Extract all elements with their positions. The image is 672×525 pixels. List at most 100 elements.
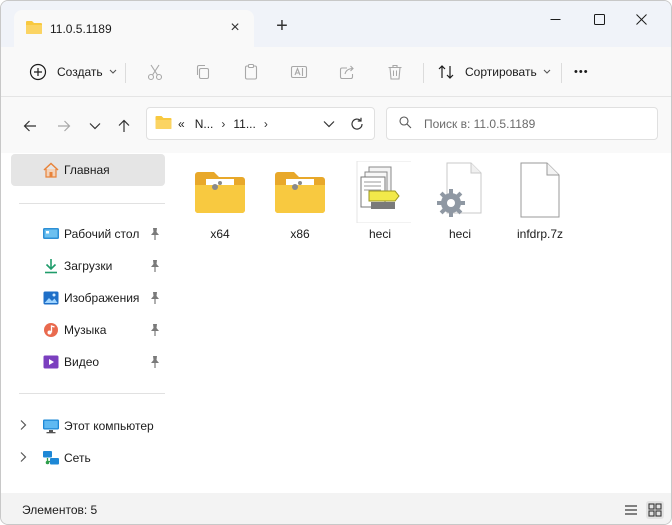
refresh-button[interactable] [344, 107, 370, 140]
paste-button[interactable] [240, 58, 262, 86]
search-placeholder: Поиск в: 11.0.5.1189 [424, 116, 536, 131]
list-view-icon [625, 505, 637, 515]
chevron-down-icon [109, 67, 117, 77]
breadcrumb-separator-icon[interactable]: › [264, 117, 268, 131]
plus-circle-icon [27, 61, 49, 83]
tiles-view-button[interactable] [646, 501, 664, 519]
grid-view-icon [648, 503, 662, 517]
file-name: infdrp.7z [516, 227, 564, 241]
computer-icon [42, 418, 60, 434]
downloads-icon [42, 258, 60, 274]
sort-icon [435, 61, 457, 83]
sort-label: Сортировать [465, 65, 537, 79]
create-label: Создать [57, 65, 103, 79]
file-item-folder[interactable]: x64 [181, 161, 259, 245]
network-icon [42, 450, 60, 466]
sidebar-item-desktop[interactable]: Рабочий стол [11, 218, 165, 250]
sidebar-item-label: Главная [64, 163, 110, 177]
breadcrumb-item[interactable]: 11... [233, 117, 255, 131]
sidebar-item-label: Видео [64, 355, 100, 369]
folder-icon [189, 161, 251, 223]
videos-icon [42, 354, 60, 370]
details-view-button[interactable] [622, 501, 640, 519]
music-icon [42, 322, 60, 338]
chevron-down-icon [323, 120, 335, 127]
status-bar: Элементов: 5 [1, 493, 671, 524]
sidebar-item-pictures[interactable]: Изображения [11, 282, 165, 314]
forward-button[interactable] [53, 115, 75, 137]
chevron-right-icon[interactable] [19, 451, 29, 465]
up-button[interactable] [113, 115, 135, 137]
back-button[interactable] [19, 115, 41, 137]
cut-button[interactable] [144, 58, 166, 86]
sidebar-item-music[interactable]: Музыка [11, 314, 165, 346]
pin-icon[interactable] [149, 227, 161, 241]
address-bar[interactable]: « N... › 11... › [146, 107, 375, 140]
pin-icon[interactable] [149, 259, 161, 273]
items-count: Элементов: 5 [22, 503, 98, 517]
desktop-icon [42, 226, 60, 242]
breadcrumb-item[interactable]: N... [195, 117, 214, 131]
rename-icon [288, 61, 310, 83]
settings-file-icon [429, 161, 491, 223]
pin-icon[interactable] [149, 323, 161, 337]
create-button[interactable]: Создать [27, 58, 117, 86]
trash-icon [384, 61, 406, 83]
sidebar-item-network[interactable]: Сеть [11, 442, 165, 474]
chevron-right-icon[interactable] [19, 419, 29, 433]
pin-icon[interactable] [149, 291, 161, 305]
clipboard-icon [240, 61, 262, 83]
more-options-button[interactable]: ••• [574, 58, 589, 86]
main-area: Главная Рабочий стол Загрузки Изображени… [1, 153, 671, 493]
file-item-settings-file[interactable]: heci [421, 161, 499, 245]
arrow-left-icon [23, 120, 36, 132]
chevron-down-icon [543, 67, 551, 77]
delete-button[interactable] [384, 58, 406, 86]
file-name: heci [448, 227, 471, 241]
title-bar: 11.0.5.1189 × + [1, 1, 671, 47]
scissors-icon [144, 61, 166, 83]
sidebar-divider [19, 203, 165, 204]
recent-locations-button[interactable] [84, 115, 106, 137]
chevron-down-icon [89, 123, 101, 130]
minimize-icon [550, 18, 560, 20]
security-catalog-icon [349, 160, 420, 224]
tab-current[interactable]: 11.0.5.1189 × [14, 10, 254, 47]
home-icon [42, 162, 60, 178]
new-tab-button[interactable]: + [271, 15, 293, 37]
file-list: x64 x86 heci heci infdrp.7z [181, 153, 661, 493]
arrow-right-icon [58, 120, 71, 132]
sort-button[interactable]: Сортировать [435, 58, 551, 86]
maximize-button[interactable] [579, 5, 619, 33]
close-tab-icon[interactable]: × [226, 19, 244, 37]
file-name: heci [368, 227, 391, 241]
maximize-icon [593, 13, 605, 25]
close-icon [635, 13, 647, 25]
share-icon [336, 61, 358, 83]
file-item-archive[interactable]: infdrp.7z [501, 161, 579, 245]
address-history-dropdown[interactable] [318, 107, 340, 140]
sidebar-item-label: Рабочий стол [64, 227, 140, 241]
sidebar-item-home[interactable]: Главная [11, 154, 165, 186]
rename-button[interactable] [288, 58, 310, 86]
file-item-folder[interactable]: x86 [261, 161, 339, 245]
sidebar-item-videos[interactable]: Видео [11, 346, 165, 378]
explorer-window: 11.0.5.1189 × + Создать Сортировать ••• … [0, 0, 672, 525]
sidebar-item-downloads[interactable]: Загрузки [11, 250, 165, 282]
breadcrumb-overflow[interactable]: « [178, 117, 185, 131]
breadcrumb-separator-icon[interactable]: › [221, 117, 225, 131]
tab-title: 11.0.5.1189 [50, 21, 112, 36]
blank-file-icon [509, 161, 571, 223]
file-item-catalog[interactable]: heci [341, 160, 420, 245]
share-button[interactable] [336, 58, 358, 86]
minimize-button[interactable] [535, 5, 575, 33]
search-icon [399, 115, 412, 132]
close-window-button[interactable] [621, 5, 661, 33]
sidebar-item-this-pc[interactable]: Этот компьютер [11, 410, 165, 442]
refresh-icon [351, 117, 363, 130]
search-input[interactable]: Поиск в: 11.0.5.1189 [386, 107, 658, 140]
pictures-icon [42, 290, 60, 306]
folder-icon [26, 20, 42, 37]
pin-icon[interactable] [149, 355, 161, 369]
copy-button[interactable] [192, 58, 214, 86]
